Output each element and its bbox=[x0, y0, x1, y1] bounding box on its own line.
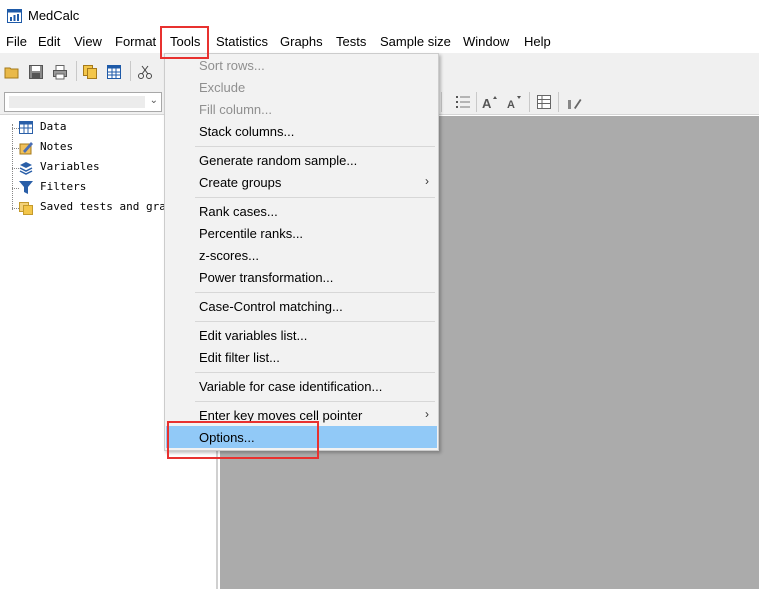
menu-graphs[interactable]: Graphs bbox=[280, 34, 323, 49]
submenu-arrow-icon: › bbox=[425, 174, 429, 188]
menu-view[interactable]: View bbox=[74, 34, 102, 49]
menu-help[interactable]: Help bbox=[524, 34, 551, 49]
menu-item-label: Create groups bbox=[199, 175, 282, 190]
tree-item-label: Saved tests and graph bbox=[40, 200, 180, 213]
print-icon[interactable] bbox=[52, 64, 68, 80]
tree-item-label: Notes bbox=[40, 140, 74, 153]
menu-file[interactable]: File bbox=[6, 34, 27, 49]
menu-tests[interactable]: Tests bbox=[336, 34, 366, 49]
menu-item-label: Power transformation... bbox=[199, 270, 334, 285]
menu-separator bbox=[195, 292, 435, 293]
tools-dropdown-menu: Sort rows... Exclude Fill column... Stac… bbox=[164, 53, 439, 451]
tree-item-label: Variables bbox=[40, 160, 100, 173]
menu-bar: File Edit View Format Tools Statistics G… bbox=[0, 31, 759, 53]
toolbar-separator bbox=[441, 92, 442, 112]
menu-item-rank-cases[interactable]: Rank cases... bbox=[166, 200, 437, 222]
menu-item-label: Sort rows... bbox=[199, 58, 265, 73]
menu-item-create-groups[interactable]: Create groups › bbox=[166, 171, 437, 193]
menu-item-label: Rank cases... bbox=[199, 204, 278, 219]
menu-window[interactable]: Window bbox=[463, 34, 509, 49]
menu-item-power-transformation[interactable]: Power transformation... bbox=[166, 266, 437, 288]
folder-icon bbox=[19, 202, 33, 215]
title-bar: MedCalc bbox=[0, 0, 759, 31]
table-format-icon[interactable] bbox=[536, 94, 552, 110]
menu-item-label: Generate random sample... bbox=[199, 153, 358, 168]
menu-sample-size[interactable]: Sample size bbox=[380, 34, 451, 49]
variables-icon bbox=[19, 162, 33, 175]
menu-edit[interactable]: Edit bbox=[38, 34, 60, 49]
svg-text:A: A bbox=[482, 96, 492, 110]
copy-pages-icon[interactable] bbox=[82, 64, 98, 80]
tree-item-label: Data bbox=[40, 120, 67, 133]
menu-separator bbox=[195, 401, 435, 402]
menu-item-label: Exclude bbox=[199, 80, 246, 95]
menu-item-label: Edit variables list... bbox=[199, 328, 308, 343]
menu-item-generate-random-sample[interactable]: Generate random sample... bbox=[166, 149, 437, 171]
chevron-down-icon[interactable]: ⌄ bbox=[150, 95, 158, 106]
menu-item-exclude[interactable]: Exclude bbox=[166, 76, 437, 98]
menu-item-label: Variable for case identification... bbox=[199, 379, 383, 394]
tree-item-label: Filters bbox=[40, 180, 87, 193]
submenu-arrow-icon: › bbox=[425, 407, 429, 421]
menu-separator bbox=[195, 197, 435, 198]
bullet-list-icon[interactable] bbox=[455, 94, 471, 110]
settings-tools-icon[interactable] bbox=[566, 94, 582, 110]
menu-item-stack-columns[interactable]: Stack columns... bbox=[166, 120, 437, 142]
toolbar-separator bbox=[558, 92, 559, 112]
annotation-highlight-tools bbox=[160, 26, 209, 59]
menu-item-edit-filter-list[interactable]: Edit filter list... bbox=[166, 346, 437, 368]
toolbar-separator bbox=[130, 61, 131, 81]
window-title: MedCalc bbox=[28, 8, 80, 23]
variable-combo[interactable]: ⌄ bbox=[4, 92, 162, 112]
menu-item-label: Fill column... bbox=[199, 102, 272, 117]
filter-icon bbox=[19, 181, 33, 194]
menu-statistics[interactable]: Statistics bbox=[216, 34, 268, 49]
toolbar-separator bbox=[529, 92, 530, 112]
toolbar-separator bbox=[76, 61, 77, 81]
menu-item-label: Percentile ranks... bbox=[199, 226, 304, 241]
open-folder-icon[interactable] bbox=[4, 64, 20, 80]
menu-separator bbox=[195, 321, 435, 322]
menu-item-variable-case-identification[interactable]: Variable for case identification... bbox=[166, 375, 437, 397]
cut-scissors-icon[interactable] bbox=[137, 64, 153, 80]
menu-item-edit-variables-list[interactable]: Edit variables list... bbox=[166, 324, 437, 346]
table-icon bbox=[19, 121, 33, 134]
menu-item-label: Case-Control matching... bbox=[199, 299, 343, 314]
save-icon[interactable] bbox=[28, 64, 44, 80]
menu-item-z-scores[interactable]: z-scores... bbox=[166, 244, 437, 266]
decrease-font-icon[interactable]: A bbox=[507, 94, 523, 110]
notes-icon bbox=[19, 142, 33, 155]
increase-font-icon[interactable]: A bbox=[482, 94, 498, 110]
menu-format[interactable]: Format bbox=[115, 34, 156, 49]
menu-item-case-control-matching[interactable]: Case-Control matching... bbox=[166, 295, 437, 317]
menu-item-label: Edit filter list... bbox=[199, 350, 280, 365]
spreadsheet-icon[interactable] bbox=[106, 64, 122, 80]
tree-connector bbox=[12, 124, 13, 210]
combo-value bbox=[9, 96, 145, 108]
menu-item-percentile-ranks[interactable]: Percentile ranks... bbox=[166, 222, 437, 244]
menu-separator bbox=[195, 372, 435, 373]
annotation-highlight-options bbox=[167, 421, 319, 459]
medcalc-app-icon bbox=[7, 9, 22, 23]
svg-text:A: A bbox=[507, 99, 515, 110]
menu-item-fill-column[interactable]: Fill column... bbox=[166, 98, 437, 120]
menu-item-label: z-scores... bbox=[199, 248, 259, 263]
toolbar-separator bbox=[476, 92, 477, 112]
menu-item-label: Stack columns... bbox=[199, 124, 295, 139]
menu-separator bbox=[195, 146, 435, 147]
